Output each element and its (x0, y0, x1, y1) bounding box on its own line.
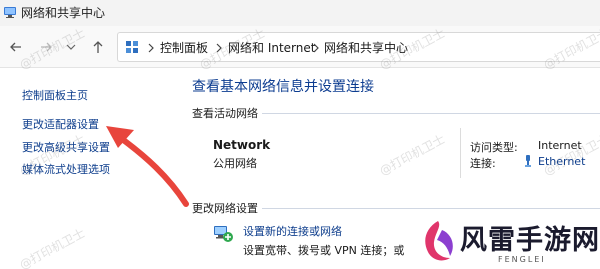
network-type[interactable]: 公用网络 (213, 155, 257, 171)
breadcrumb-network-sharing-center[interactable]: 网络和共享中心 (324, 39, 408, 56)
access-type-label: 访问类型: (470, 141, 518, 154)
breadcrumb-network-internet[interactable]: 网络和 Internet (228, 39, 315, 56)
forward-arrow-icon[interactable] (37, 38, 55, 56)
navigation-bar: 控制面板 网络和 Internet 网络和共享中心 (0, 26, 600, 68)
breadcrumb-chevron-icon[interactable] (312, 43, 320, 53)
sidebar-item-media-streaming[interactable]: 媒体流式处理选项 (22, 161, 110, 177)
page-title: 查看基本网络信息并设置连接 (192, 79, 374, 95)
setup-new-connection-link[interactable]: 设置新的连接或网络 (243, 223, 342, 239)
title-bar: 网络和共享中心 (0, 0, 600, 26)
ethernet-link[interactable]: Ethernet (538, 155, 585, 168)
network-center-icon (4, 7, 16, 18)
section-divider (262, 113, 600, 114)
back-arrow-icon[interactable] (7, 38, 25, 56)
breadcrumb-chevron-icon[interactable] (215, 43, 223, 53)
setup-new-connection-description: 设置宽带、拨号或 VPN 连接；或 (243, 244, 405, 257)
access-type-value: Internet (538, 139, 582, 152)
ethernet-icon (525, 155, 531, 167)
brand-subtitle: FENGLEI (498, 255, 546, 264)
section-divider (262, 208, 600, 209)
sidebar-item-change-adapter-settings[interactable]: 更改适配器设置 (22, 116, 99, 132)
sidebar-item-change-advanced-sharing[interactable]: 更改高级共享设置 (22, 139, 110, 155)
brand-name: 风雷手游网 (460, 225, 600, 256)
recent-locations-chevron-icon[interactable] (62, 38, 80, 56)
sidebar-item-control-panel-home[interactable]: 控制面板主页 (22, 87, 88, 103)
window-title: 网络和共享中心 (21, 6, 106, 20)
annotation-arrow (106, 126, 189, 207)
control-panel-icon (126, 41, 138, 53)
breadcrumb-control-panel[interactable]: 控制面板 (160, 39, 208, 56)
brand-logo: 风雷手游网 FENGLEI (412, 214, 600, 269)
watermark: @打印机卫士 (17, 225, 88, 269)
new-connection-icon (214, 226, 233, 242)
brand-logo-icon (425, 221, 453, 261)
breadcrumb-chevron-icon[interactable] (147, 43, 155, 53)
network-divider (460, 128, 461, 178)
address-bar[interactable]: 控制面板 网络和 Internet 网络和共享中心 (117, 32, 600, 62)
network-name: Network (213, 138, 271, 152)
connections-label: 连接: (470, 157, 496, 170)
up-arrow-icon[interactable] (89, 38, 107, 56)
watermark: @打印机卫士 (377, 131, 448, 179)
